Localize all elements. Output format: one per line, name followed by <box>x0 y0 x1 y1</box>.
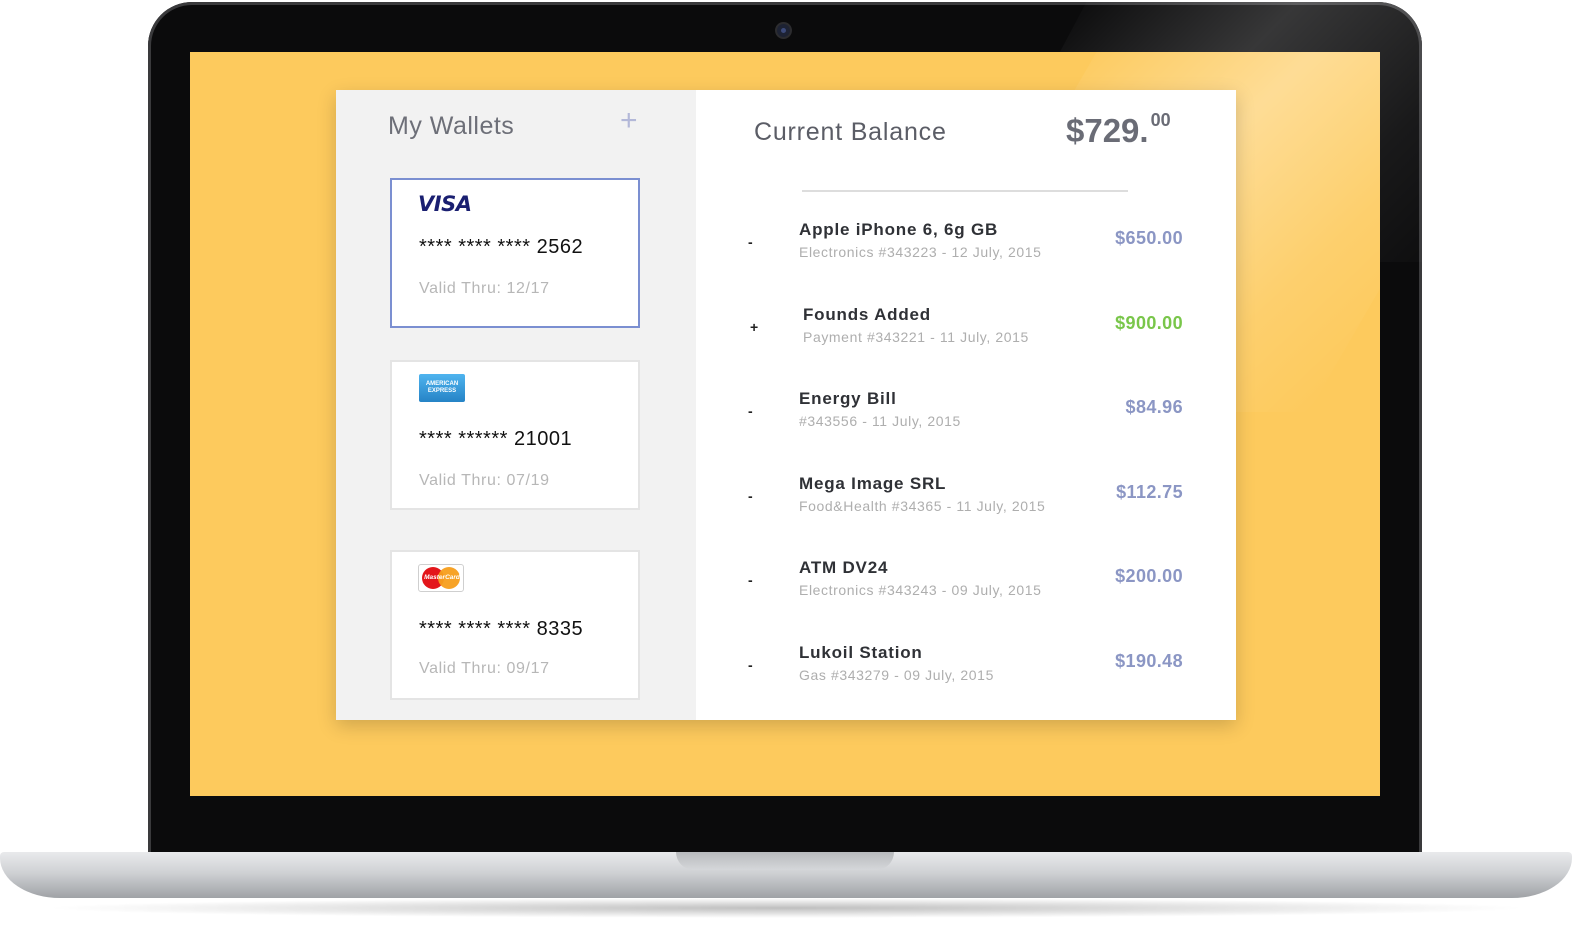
transaction-row[interactable]: - ATM DV24 Electronics #343243 - 09 July… <box>748 558 1188 608</box>
transaction-amount: $200.00 <box>1115 566 1183 586</box>
card-number: **** **** **** 8335 <box>419 618 584 640</box>
wallet-card-mastercard[interactable]: MasterCard **** **** **** 8335 Valid Thr… <box>390 550 640 700</box>
transaction-amount: $84.96 <box>1125 397 1183 417</box>
wallet-app: My Wallets + VISA **** **** **** 2562 Va… <box>336 90 1236 720</box>
transaction-sign: - <box>748 657 753 673</box>
wallets-title: My Wallets <box>388 112 515 140</box>
transaction-title: ATM DV24 <box>799 558 889 577</box>
transaction-title: Lukoil Station <box>799 643 923 662</box>
transaction-row[interactable]: + Founds Added Payment #343221 - 11 July… <box>748 305 1188 355</box>
mastercard-logo-icon: MasterCard <box>418 564 464 592</box>
balance-amount-cents: 00 <box>1150 110 1171 130</box>
transaction-details: Gas #343279 - 09 July, 2015 <box>799 667 994 683</box>
transaction-details: Food&Health #34365 - 11 July, 2015 <box>799 498 1046 514</box>
wallet-card-amex[interactable]: AMERICAN EXPRESS **** ****** 21001 Valid… <box>390 360 640 510</box>
mastercard-logo-text: MasterCard <box>424 574 460 581</box>
transactions-panel: Current Balance $729. 00 - Apple iPhone 6… <box>696 90 1236 720</box>
transaction-amount: $650.00 <box>1115 228 1183 248</box>
transaction-amount: $190.48 <box>1115 651 1183 671</box>
amex-logo-icon: AMERICAN EXPRESS <box>419 374 465 402</box>
transaction-amount: $900.00 <box>1115 313 1183 333</box>
card-number: **** ****** 21001 <box>419 428 573 450</box>
card-number: **** **** **** 2562 <box>419 236 584 258</box>
card-valid-thru: Valid Thru: 12/17 <box>419 280 550 297</box>
card-valid-thru: Valid Thru: 09/17 <box>419 660 550 677</box>
wallets-panel: My Wallets + VISA **** **** **** 2562 Va… <box>336 90 696 720</box>
plus-icon: + <box>620 104 638 137</box>
transaction-details: #343556 - 11 July, 2015 <box>799 413 961 429</box>
transaction-row[interactable]: - Lukoil Station Gas #343279 - 09 July, … <box>748 643 1188 693</box>
transaction-title: Energy Bill <box>799 389 897 408</box>
transaction-sign: + <box>750 319 759 335</box>
camera-icon <box>777 24 790 37</box>
balance-label: Current Balance <box>754 118 947 146</box>
transaction-title: Mega Image SRL <box>799 474 947 493</box>
amex-logo-text: AMERICAN EXPRESS <box>419 374 465 402</box>
transaction-amount: $112.75 <box>1116 482 1183 502</box>
transaction-row[interactable]: - Apple iPhone 6, 6g GB Electronics #343… <box>748 220 1188 270</box>
transaction-title: Apple iPhone 6, 6g GB <box>799 220 999 239</box>
transaction-row[interactable]: - Mega Image SRL Food&Health #34365 - 11… <box>748 474 1188 524</box>
balance-amount: $729. 00 <box>1066 110 1171 150</box>
balance-amount-main: $729. <box>1066 112 1149 149</box>
transaction-title: Founds Added <box>803 305 931 324</box>
card-valid-thru: Valid Thru: 07/19 <box>419 472 550 489</box>
transaction-sign: - <box>748 403 753 419</box>
transaction-sign: - <box>748 488 753 504</box>
laptop-screen: My Wallets + VISA **** **** **** 2562 Va… <box>190 52 1380 796</box>
visa-logo-text: VISA <box>418 192 472 216</box>
visa-logo-icon: VISA <box>418 192 472 216</box>
transaction-details: Electronics #343243 - 09 July, 2015 <box>799 582 1042 598</box>
transaction-row[interactable]: - Energy Bill #343556 - 11 July, 2015 $8… <box>748 389 1188 439</box>
transaction-sign: - <box>748 234 753 250</box>
add-wallet-button[interactable]: + <box>620 106 638 136</box>
transaction-details: Payment #343221 - 11 July, 2015 <box>803 329 1029 345</box>
wallet-card-visa[interactable]: VISA **** **** **** 2562 Valid Thru: 12/… <box>390 178 640 328</box>
divider <box>802 190 1128 192</box>
laptop-shadow <box>40 898 1532 918</box>
transaction-sign: - <box>748 572 753 588</box>
transaction-details: Electronics #343223 - 12 July, 2015 <box>799 244 1042 260</box>
laptop-base-notch <box>676 852 894 870</box>
